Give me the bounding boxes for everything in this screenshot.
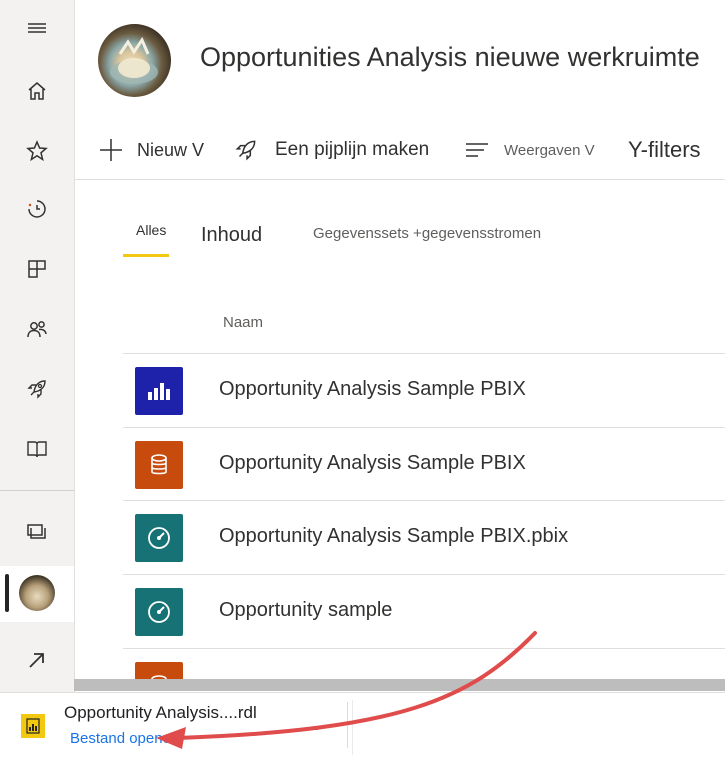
- apps-icon[interactable]: [0, 247, 74, 291]
- tab-content[interactable]: Inhoud: [201, 224, 262, 247]
- table-row[interactable]: [123, 648, 725, 680]
- shared-icon[interactable]: [0, 307, 74, 351]
- left-nav-pane: [0, 0, 75, 692]
- item-name[interactable]: Opportunity Analysis Sample PBIX: [219, 378, 526, 401]
- rocket-icon: [235, 140, 256, 161]
- menu-icon[interactable]: [0, 6, 74, 50]
- item-name[interactable]: Opportunity Analysis Sample PBIX: [219, 452, 526, 475]
- new-label: Nieuw V: [137, 139, 205, 160]
- download-divider: [347, 702, 348, 748]
- more-options-button[interactable]: ...: [296, 712, 324, 742]
- dashboard-icon: [135, 588, 183, 636]
- plus-icon: [100, 139, 122, 161]
- learn-icon[interactable]: [0, 427, 74, 471]
- create-pipeline-button[interactable]: Een pijplijn maken: [233, 130, 429, 170]
- download-file-name[interactable]: Opportunity Analysis....rdl: [64, 703, 257, 723]
- star-icon[interactable]: [0, 129, 74, 173]
- workspace-avatar-small: [19, 575, 55, 611]
- rocket-icon[interactable]: [0, 367, 74, 411]
- dataset-icon: [135, 441, 183, 489]
- sidebar-divider: [0, 490, 74, 491]
- pipeline-label: Een pijplijn maken: [275, 139, 430, 160]
- report-file-icon: [21, 714, 45, 738]
- filters-button[interactable]: Y-filters: [628, 130, 701, 170]
- workspaces-icon[interactable]: [0, 510, 74, 554]
- new-button[interactable]: Nieuw V: [98, 130, 204, 170]
- download-bar-empty-area: [352, 700, 723, 755]
- recent-icon[interactable]: [0, 187, 74, 231]
- table-row[interactable]: Opportunity Analysis Sample PBIX: [123, 427, 725, 501]
- report-icon: [135, 367, 183, 415]
- lines-icon: [466, 143, 488, 157]
- tab-datasets[interactable]: Gegevenssets +gegevensstromen: [313, 225, 541, 242]
- workspace-avatar: [98, 24, 171, 97]
- popout-icon[interactable]: [0, 638, 74, 682]
- table-row[interactable]: Opportunity Analysis Sample PBIX: [123, 353, 725, 427]
- dataset-icon: [135, 662, 183, 680]
- item-name[interactable]: Opportunity Analysis Sample PBIX.pbix: [219, 525, 568, 548]
- active-tab-underline: [123, 254, 169, 257]
- table-row[interactable]: Opportunity Analysis Sample PBIX.pbix: [123, 500, 725, 574]
- tab-all[interactable]: Alles: [136, 222, 166, 238]
- column-header-name[interactable]: Naam: [223, 314, 263, 331]
- page-title: Opportunities Analysis nieuwe werkruimte: [200, 42, 700, 72]
- table-row[interactable]: Opportunity sample: [123, 574, 725, 648]
- header-divider: [74, 179, 725, 180]
- views-button[interactable]: Weergaven V: [464, 130, 595, 170]
- home-icon[interactable]: [0, 69, 74, 113]
- item-name[interactable]: Opportunity sample: [219, 599, 392, 622]
- views-label: Weergaven V: [504, 141, 595, 159]
- open-file-link[interactable]: Bestand openen: [70, 730, 179, 747]
- filters-label: Y-filters: [628, 137, 701, 162]
- dashboard-icon: [135, 514, 183, 562]
- active-indicator: [5, 574, 9, 612]
- horizontal-scrollbar[interactable]: [74, 679, 725, 691]
